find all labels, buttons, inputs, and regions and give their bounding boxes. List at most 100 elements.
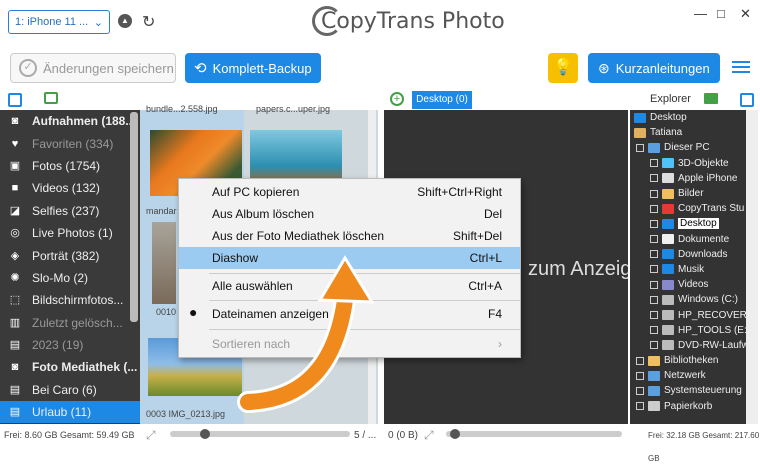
eject-icon[interactable]: ▲ — [118, 14, 132, 28]
expand-icon[interactable]: ⤢ — [424, 428, 434, 443]
expand-toggle-icon[interactable] — [636, 356, 644, 365]
photo-caption: 0003 IMG_0213.jpg — [146, 409, 226, 419]
device-dropdown[interactable]: 1: iPhone 11 ... ⌄ — [8, 10, 110, 34]
sidebar-item[interactable]: ✺ Slo-Mo (2) — [0, 267, 140, 289]
page-indicator: 5 / ... — [354, 430, 377, 441]
explorer-tree-item[interactable]: Bibliotheken — [630, 353, 746, 368]
menu-item-sort-by[interactable]: Sortieren nach › — [179, 333, 520, 355]
explorer-tree-item[interactable]: Papierkorb — [630, 399, 746, 414]
explorer-tree-item[interactable]: Desktop — [630, 216, 746, 231]
context-menu: Auf PC kopieren Shift+Ctrl+Right Aus Albu… — [178, 178, 521, 358]
folder-icon — [648, 355, 660, 366]
expand-toggle-icon[interactable] — [650, 204, 658, 213]
menu-item-select-all[interactable]: Alle auswählen Ctrl+A — [179, 275, 520, 297]
explorer-tree-item[interactable]: Desktop — [630, 110, 746, 125]
menu-item-copy-to-pc[interactable]: Auf PC kopieren Shift+Ctrl+Right — [179, 181, 520, 203]
left-panel-header — [0, 90, 140, 110]
add-icon[interactable]: + — [390, 92, 404, 106]
menu-item-delete-from-album[interactable]: Aus Album löschen Del — [179, 203, 520, 225]
expand-toggle-icon[interactable] — [650, 341, 658, 350]
explorer-tree-item[interactable]: Dieser PC — [630, 140, 746, 155]
explorer-tree-item[interactable]: HP_RECOVERY — [630, 307, 746, 322]
sidebar-item[interactable]: ▤ Urlaub (11) — [0, 401, 140, 424]
expand-toggle-icon[interactable] — [636, 402, 644, 411]
expand-toggle-icon[interactable] — [636, 143, 644, 152]
explorer-tree-item[interactable]: DVD-RW-Laufw — [630, 338, 746, 353]
photo-thumbnail[interactable] — [152, 222, 176, 304]
sidebar-item[interactable]: ▣ Fotos (1754) — [0, 155, 140, 177]
hamburger-menu-icon[interactable] — [732, 58, 750, 78]
expand-toggle-icon[interactable] — [650, 219, 658, 228]
device-label: 1: iPhone 11 ... — [15, 16, 89, 28]
expand-toggle-icon[interactable] — [636, 386, 644, 395]
camera-icon: ◙ — [11, 361, 19, 374]
expand-toggle-icon[interactable] — [650, 189, 658, 198]
sidebar-item[interactable]: ◙ Aufnahmen (188... — [0, 110, 140, 132]
expand-toggle-icon[interactable] — [650, 174, 658, 183]
expand-toggle-icon[interactable] — [650, 159, 658, 168]
expand-toggle-icon[interactable] — [650, 280, 658, 289]
explorer-tree: Desktop Tatiana Dieser PC 3D-Objekte Apple i… — [630, 110, 746, 424]
expand-toggle-icon[interactable] — [650, 295, 658, 304]
live-icon: ◎ — [10, 227, 20, 240]
lightbulb-button[interactable]: 💡 — [548, 53, 578, 83]
explorer-tree-item[interactable]: Tatiana — [630, 125, 746, 140]
menu-separator — [209, 273, 520, 274]
menu-item-slideshow[interactable]: Diashow Ctrl+L — [179, 247, 520, 269]
desktop-zoom-slider[interactable] — [446, 429, 622, 439]
sidebar-scrollbar[interactable] — [130, 112, 138, 322]
explorer-tree-item[interactable]: Videos — [630, 277, 746, 292]
folder-icon — [662, 218, 674, 229]
menu-shortcut: Shift+Ctrl+Right — [417, 185, 502, 199]
full-backup-button[interactable]: ⟲ Komplett-Backup — [185, 53, 321, 83]
sidebar-item-label: Bildschirmfotos... — [32, 293, 124, 308]
sidebar-item[interactable]: ▤ Bei Caro (6) — [0, 379, 140, 401]
collapse-explorer-icon[interactable] — [740, 93, 754, 107]
explorer-scrollbar[interactable] — [746, 110, 758, 424]
expand-toggle-icon[interactable] — [650, 311, 658, 320]
new-album-icon[interactable] — [44, 92, 58, 104]
sidebar-item[interactable]: ◪ Selfies (237) — [0, 200, 140, 222]
photo-caption: 0010 — [156, 307, 177, 317]
explorer-tree-item[interactable]: 3D-Objekte — [630, 156, 746, 171]
sidebar-item[interactable]: ◎ Live Photos (1) — [0, 222, 140, 244]
sidebar-item[interactable]: ▥ Zuletzt gelösch... — [0, 312, 140, 334]
collapse-panel-icon[interactable] — [8, 93, 22, 107]
explorer-tree-item[interactable]: Apple iPhone — [630, 171, 746, 186]
minimize-button[interactable]: — — [694, 6, 707, 21]
maximize-button[interactable]: □ — [717, 6, 725, 21]
expand-icon[interactable]: ⤢ — [146, 428, 156, 443]
sidebar-item-label: Selfies (237) — [32, 203, 100, 218]
sidebar-item[interactable]: ■ Videos (132) — [0, 177, 140, 199]
quick-guides-button[interactable]: ⊛ Kurzanleitungen — [588, 53, 720, 83]
explorer-tree-item[interactable]: HP_TOOLS (E: — [630, 323, 746, 338]
sidebar-item[interactable]: ▤ 2023 (19) — [0, 334, 140, 356]
explorer-tree-item[interactable]: Bilder — [630, 186, 746, 201]
expand-toggle-icon[interactable] — [650, 326, 658, 335]
menu-item-delete-from-library[interactable]: Aus der Foto Mediathek löschen Shift+Del — [179, 225, 520, 247]
zoom-slider[interactable] — [170, 429, 350, 439]
menu-item-show-filenames[interactable]: ● Dateinamen anzeigen F4 — [179, 303, 520, 325]
explorer-tree-item[interactable]: Dokumente — [630, 232, 746, 247]
explorer-item-label: Apple iPhone — [678, 172, 738, 184]
expand-toggle-icon[interactable] — [650, 235, 658, 244]
folder-icon[interactable] — [704, 93, 718, 104]
sidebar-item[interactable]: ◙ Foto Mediathek (... — [0, 356, 140, 378]
explorer-tree-item[interactable]: Systemsteuerung — [630, 383, 746, 398]
explorer-tree-item[interactable]: Windows (C:) — [630, 292, 746, 307]
explorer-tree-item[interactable]: CopyTrans Stu — [630, 201, 746, 216]
tab-desktop[interactable]: Desktop (0) — [412, 91, 472, 109]
explorer-tree-item[interactable]: Musik — [630, 262, 746, 277]
explorer-tree-item[interactable]: Downloads — [630, 247, 746, 262]
save-changes-button[interactable]: ✓ Änderungen speichern — [10, 53, 176, 83]
expand-toggle-icon[interactable] — [650, 265, 658, 274]
explorer-tree-item[interactable]: Netzwerk — [630, 368, 746, 383]
sidebar-item[interactable]: ◈ Porträt (382) — [0, 244, 140, 266]
refresh-icon[interactable]: ↻ — [142, 12, 155, 32]
cube-icon: ◈ — [10, 249, 20, 262]
sidebar-item[interactable]: ⬚ Bildschirmfotos... — [0, 289, 140, 311]
expand-toggle-icon[interactable] — [650, 250, 658, 259]
sidebar-item[interactable]: ♥ Favoriten (334) — [0, 132, 140, 154]
expand-toggle-icon[interactable] — [636, 371, 644, 380]
close-button[interactable]: ✕ — [740, 6, 751, 22]
